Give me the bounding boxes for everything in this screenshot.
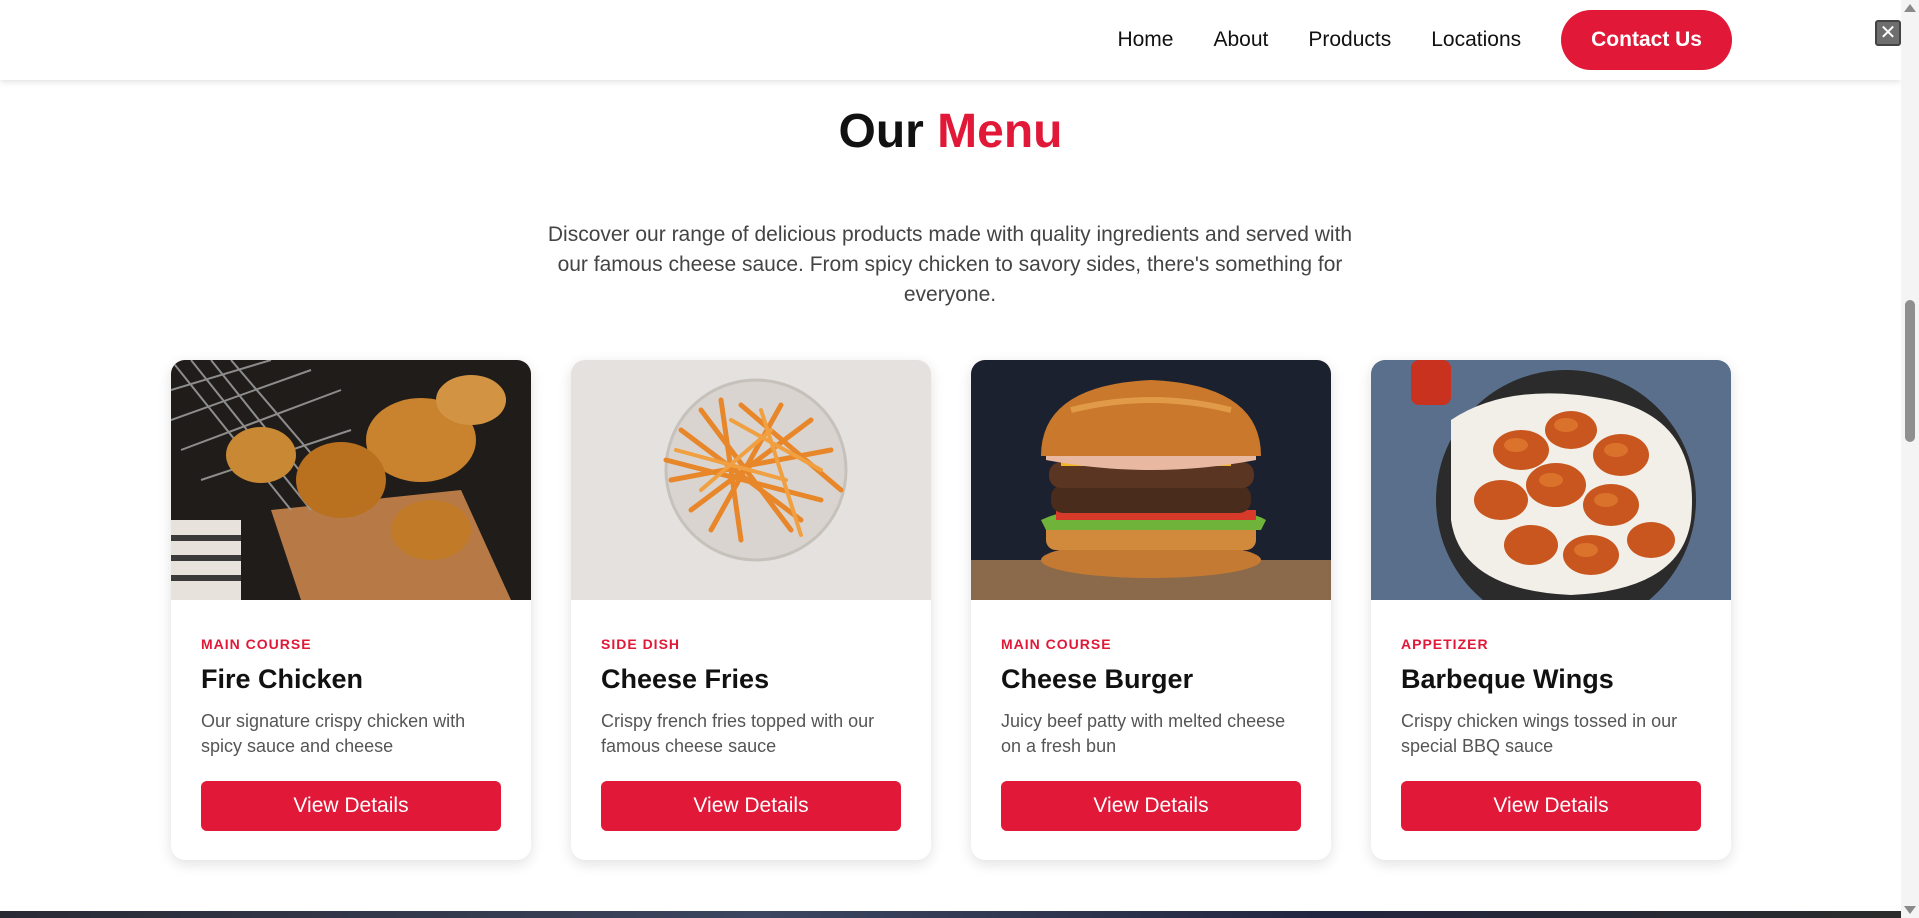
card-body: SIDE DISH Cheese Fries Crispy french fri…	[571, 600, 931, 831]
card-body: APPETIZER Barbeque Wings Crispy chicken …	[1371, 600, 1731, 831]
view-details-button[interactable]: View Details	[201, 781, 501, 831]
card-category: SIDE DISH	[601, 636, 681, 652]
card-description: Crispy chicken wings tossed in our speci…	[1401, 711, 1678, 756]
view-details-button[interactable]: View Details	[1401, 781, 1701, 831]
cheese-fries-image	[571, 360, 931, 600]
next-section-preview	[0, 911, 1901, 918]
menu-card: MAIN COURSE Cheese Burger Juicy beef pat…	[971, 360, 1331, 860]
page: Home About Products Locations Contact Us…	[0, 0, 1919, 918]
vertical-scrollbar[interactable]	[1901, 0, 1919, 918]
menu-card: APPETIZER Barbeque Wings Crispy chicken …	[1371, 360, 1731, 860]
main-nav: Home About Products Locations Contact Us	[1077, 0, 1901, 80]
card-title: Barbeque Wings	[1401, 664, 1614, 694]
card-body: MAIN COURSE Cheese Burger Juicy beef pat…	[971, 600, 1331, 831]
menu-card: SIDE DISH Cheese Fries Crispy french fri…	[571, 360, 931, 860]
fire-chicken-image	[171, 360, 531, 600]
section-intro: Discover our range of delicious products…	[547, 223, 1353, 306]
section-title: Our Menu	[0, 104, 1901, 159]
view-details-button[interactable]: View Details	[601, 781, 901, 831]
scroll-up-arrow-icon[interactable]	[1904, 4, 1916, 12]
menu-card: MAIN COURSE Fire Chicken Our signature c…	[171, 360, 531, 860]
barbeque-wings-image	[1371, 360, 1731, 600]
card-description: Our signature crispy chicken with spicy …	[201, 711, 466, 756]
nav-about-link[interactable]: About	[1213, 28, 1268, 52]
site-header: Home About Products Locations Contact Us	[0, 0, 1901, 80]
section-title-accent: Menu	[937, 105, 1063, 158]
section-title-main: Our	[838, 105, 924, 158]
nav-home-link[interactable]: Home	[1117, 28, 1173, 52]
nav-products-link[interactable]: Products	[1308, 28, 1391, 52]
view-details-button[interactable]: View Details	[1001, 781, 1301, 831]
card-category: MAIN COURSE	[201, 636, 312, 652]
close-icon[interactable]: ✕	[1875, 20, 1901, 46]
menu-cards: MAIN COURSE Fire Chicken Our signature c…	[171, 360, 1731, 860]
card-category: APPETIZER	[1401, 636, 1489, 652]
card-body: MAIN COURSE Fire Chicken Our signature c…	[171, 600, 531, 831]
scroll-down-arrow-icon[interactable]	[1904, 906, 1916, 914]
cheese-burger-image	[971, 360, 1331, 600]
card-description: Crispy french fries topped with our famo…	[601, 711, 875, 756]
scroll-thumb[interactable]	[1905, 300, 1915, 442]
card-category: MAIN COURSE	[1001, 636, 1112, 652]
card-title: Cheese Burger	[1001, 664, 1194, 694]
card-title: Fire Chicken	[201, 664, 364, 694]
contact-us-button[interactable]: Contact Us	[1561, 10, 1732, 70]
card-description: Juicy beef patty with melted cheese on a…	[1001, 711, 1286, 756]
nav-locations-link[interactable]: Locations	[1431, 28, 1521, 52]
card-title: Cheese Fries	[601, 664, 770, 694]
